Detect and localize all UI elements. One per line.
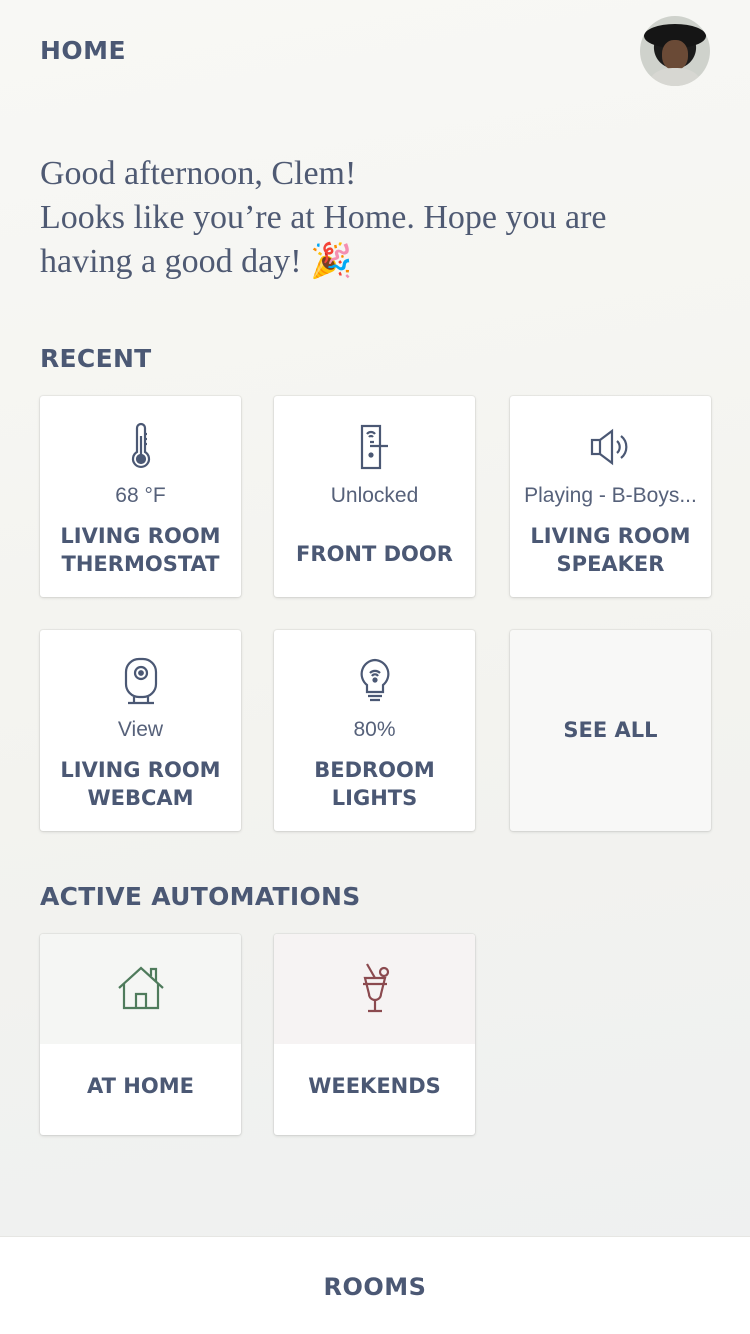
- device-name: BEDROOM LIGHTS: [314, 758, 435, 810]
- greeting-line-1: Good afternoon, Clem!: [40, 155, 357, 192]
- device-card-webcam[interactable]: View LIVING ROOM WEBCAM: [40, 630, 241, 831]
- device-card-thermostat[interactable]: 68 °F LIVING ROOM THERMOSTAT: [40, 396, 241, 597]
- device-name: LIVING ROOM WEBCAM: [60, 758, 221, 810]
- automation-card-weekends[interactable]: WEEKENDS: [274, 934, 475, 1135]
- speaker-icon: [586, 422, 636, 472]
- avatar[interactable]: [640, 16, 710, 86]
- automation-name: AT HOME: [87, 1074, 194, 1098]
- page-title: HOME: [40, 36, 127, 65]
- device-name: LIVING ROOM THERMOSTAT: [60, 524, 221, 576]
- device-status: Unlocked: [330, 484, 419, 507]
- see-all-label: SEE ALL: [563, 718, 658, 742]
- bottom-nav: ROOMS: [0, 1236, 750, 1334]
- house-icon: [113, 960, 169, 1016]
- device-status: 68 °F: [115, 484, 166, 507]
- thermometer-icon: [116, 422, 166, 472]
- device-status: Playing - B-Boys...: [524, 484, 697, 507]
- lightbulb-icon: [350, 656, 400, 706]
- device-status: View: [117, 718, 164, 741]
- device-card-speaker[interactable]: Playing - B-Boys... LIVING ROOM SPEAKER: [510, 396, 711, 597]
- webcam-icon: [116, 656, 166, 706]
- greeting-line-2: Looks like you’re at Home. Hope you are: [40, 199, 607, 236]
- device-name: LIVING ROOM SPEAKER: [530, 524, 691, 576]
- device-status: 80%: [353, 718, 396, 741]
- greeting-message: Good afternoon, Clem! Looks like you’re …: [40, 152, 720, 284]
- device-card-bedroom-lights[interactable]: 80% BEDROOM LIGHTS: [274, 630, 475, 831]
- device-card-front-door[interactable]: Unlocked FRONT DOOR: [274, 396, 475, 597]
- door-lock-icon: [350, 422, 400, 472]
- greeting-line-3: having a good day! 🎉: [40, 243, 353, 280]
- rooms-tab[interactable]: ROOMS: [324, 1273, 427, 1301]
- device-name: FRONT DOOR: [296, 542, 453, 566]
- automations-section-title: ACTIVE AUTOMATIONS: [40, 882, 361, 911]
- cocktail-icon: [347, 960, 403, 1016]
- automation-card-at-home[interactable]: AT HOME: [40, 934, 241, 1135]
- recent-section-title: RECENT: [40, 344, 152, 373]
- see-all-button[interactable]: SEE ALL: [510, 630, 711, 831]
- automation-name: WEEKENDS: [308, 1074, 441, 1098]
